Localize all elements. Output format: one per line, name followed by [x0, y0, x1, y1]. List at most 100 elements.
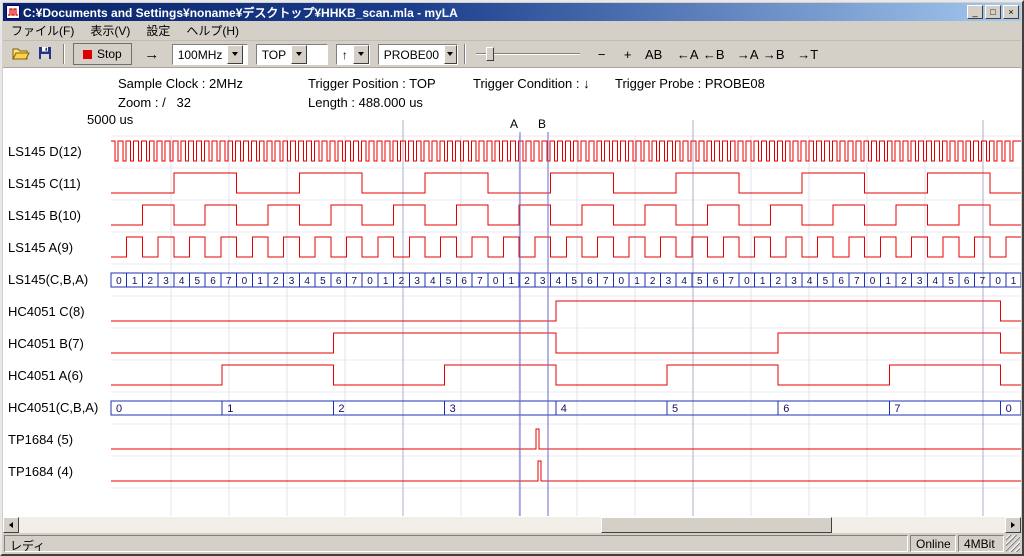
close-button[interactable]: × [1003, 5, 1019, 19]
zoom-out-button[interactable]: − [590, 43, 614, 65]
open-file-button[interactable] [9, 43, 33, 65]
svg-text:7: 7 [603, 276, 609, 287]
svg-text:7: 7 [854, 276, 860, 287]
goto-trigger-button[interactable]: →T [796, 43, 820, 65]
dropdown-button[interactable] [353, 45, 369, 64]
svg-text:4: 4 [681, 276, 687, 287]
goto-marker-a-fwd-button[interactable]: →A [736, 43, 760, 65]
svg-text:0: 0 [116, 403, 122, 415]
menu-bar: ファイル(F)表示(V)設定ヘルプ(H) [3, 21, 1021, 41]
svg-text:2: 2 [650, 276, 656, 287]
svg-text:5: 5 [823, 276, 829, 287]
goto-marker-b-fwd-button[interactable]: →B [762, 43, 786, 65]
svg-text:5: 5 [571, 276, 577, 287]
svg-text:2: 2 [148, 276, 154, 287]
svg-text:5: 5 [195, 276, 201, 287]
channel-label: HC4051 B(7) [8, 328, 108, 360]
svg-text:B: B [538, 117, 546, 131]
svg-text:2: 2 [524, 276, 530, 287]
zoom-ab-button[interactable]: AB [642, 43, 666, 65]
svg-text:1: 1 [227, 403, 233, 415]
svg-text:5: 5 [320, 276, 326, 287]
trigger-edge-value: ↑ [337, 45, 353, 64]
svg-text:0: 0 [744, 276, 750, 287]
dropdown-button[interactable] [444, 45, 457, 64]
svg-text:0: 0 [116, 276, 122, 287]
svg-text:5: 5 [697, 276, 703, 287]
svg-text:1: 1 [383, 276, 389, 287]
menu-item[interactable]: ファイル(F) [3, 19, 82, 42]
svg-text:4: 4 [556, 276, 562, 287]
channel-label: LS145 A(9) [8, 232, 108, 264]
svg-text:0: 0 [1006, 403, 1012, 415]
h-scrollbar[interactable] [3, 517, 1021, 533]
scrollbar-thumb[interactable] [601, 517, 833, 533]
marker-back-buttons: ←A ←B [676, 43, 726, 65]
run-button[interactable]: → [140, 43, 164, 65]
channel-label: HC4051 A(6) [8, 360, 108, 392]
svg-text:4: 4 [430, 276, 436, 287]
scroll-right-button[interactable] [1005, 517, 1021, 533]
app-icon [6, 5, 20, 19]
goto-marker-b-back-button[interactable]: ←B [702, 43, 726, 65]
arrow-left-icon [9, 522, 13, 528]
zoom-buttons: − + AB [590, 43, 666, 65]
menu-item[interactable]: ヘルプ(H) [178, 19, 247, 42]
status-message: レディ [4, 535, 908, 552]
channel-label: TP1684 (5) [8, 424, 108, 456]
stop-label: Stop [97, 47, 122, 61]
waveform-view[interactable]: Sample Clock : 2MHz Trigger Position : T… [3, 68, 1021, 517]
waveform-canvas[interactable]: 0123456701234567012345670123456701234567… [3, 68, 1021, 517]
trigger-position-select[interactable]: TOP [256, 44, 328, 65]
svg-text:4: 4 [179, 276, 185, 287]
svg-text:7: 7 [980, 276, 986, 287]
svg-text:0: 0 [619, 276, 625, 287]
svg-text:2: 2 [273, 276, 279, 287]
scrollbar-track[interactable] [19, 517, 1005, 533]
resize-grip[interactable] [1006, 535, 1020, 552]
save-file-button[interactable] [33, 43, 57, 65]
toolbar: Stop → 100MHz TOP ↑ PROBE00 − + AB ←A ←B… [3, 41, 1021, 68]
svg-text:0: 0 [995, 276, 1001, 287]
chevron-down-icon [296, 52, 302, 56]
maximize-button[interactable]: □ [985, 5, 1001, 19]
svg-text:1: 1 [760, 276, 766, 287]
svg-text:2: 2 [399, 276, 405, 287]
minimize-button[interactable]: _ [967, 5, 983, 19]
trigger-position-value: TOP [257, 45, 291, 64]
slider-thumb[interactable] [486, 47, 494, 61]
svg-text:6: 6 [783, 403, 789, 415]
stop-icon [83, 50, 92, 59]
zoom-in-button[interactable]: + [616, 43, 640, 65]
svg-text:4: 4 [304, 276, 310, 287]
svg-text:6: 6 [336, 276, 342, 287]
trigger-probe-select[interactable]: PROBE00 [378, 44, 458, 65]
svg-text:A: A [510, 117, 518, 131]
svg-text:3: 3 [163, 276, 169, 287]
svg-text:0: 0 [242, 276, 248, 287]
svg-text:6: 6 [587, 276, 593, 287]
menu-item[interactable]: 表示(V) [82, 19, 138, 42]
sample-clock-select[interactable]: 100MHz [172, 44, 248, 65]
status-bar: レディ Online 4MBit [3, 533, 1021, 553]
scroll-left-button[interactable] [3, 517, 19, 533]
menu-item[interactable]: 設定 [138, 19, 178, 42]
goto-marker-a-back-button[interactable]: ←A [676, 43, 700, 65]
svg-text:7: 7 [477, 276, 483, 287]
stop-button[interactable]: Stop [73, 43, 132, 65]
channel-label: LS145 D(12) [8, 136, 108, 168]
svg-text:1: 1 [1011, 276, 1017, 287]
zoom-slider[interactable] [476, 44, 580, 64]
trigger-probe-value: PROBE00 [379, 45, 444, 64]
dropdown-button[interactable] [227, 45, 243, 64]
svg-text:7: 7 [226, 276, 232, 287]
svg-text:4: 4 [933, 276, 939, 287]
svg-text:6: 6 [838, 276, 844, 287]
window-title: C:¥Documents and Settings¥noname¥デスクトップ¥… [23, 4, 963, 21]
toolbar-separator [63, 44, 65, 64]
trigger-edge-select[interactable]: ↑ [336, 44, 370, 65]
online-status: Online [910, 535, 956, 552]
svg-text:0: 0 [493, 276, 499, 287]
memory-status: 4MBit [958, 535, 1004, 552]
dropdown-button[interactable] [291, 45, 307, 64]
